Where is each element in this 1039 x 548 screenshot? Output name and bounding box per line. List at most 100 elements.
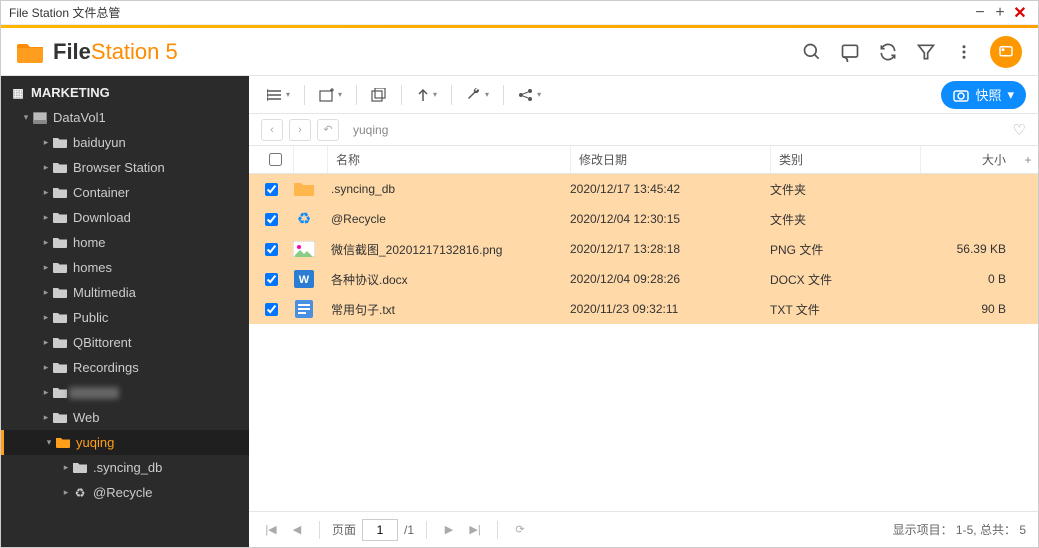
sidebar-item-label: home xyxy=(73,235,106,250)
browser-station-icon[interactable] xyxy=(990,36,1022,68)
file-date: 2020/12/17 13:45:42 xyxy=(570,182,770,196)
folder-icon xyxy=(51,337,69,348)
file-row[interactable]: ♻ @Recycle 2020/12/04 12:30:15 文件夹 xyxy=(249,204,1038,234)
nav-undo-button[interactable]: ↶ xyxy=(317,119,339,141)
sidebar-item-hidden[interactable]: ▸ xyxy=(1,380,249,405)
file-name: .syncing_db xyxy=(327,182,570,196)
status-total-label: 总共： xyxy=(980,523,1016,537)
page-refresh-button[interactable]: ⟳ xyxy=(510,520,530,540)
svg-text:W: W xyxy=(299,274,310,286)
file-row[interactable]: W 各种协议.docx 2020/12/04 09:28:26 DOCX 文件 … xyxy=(249,264,1038,294)
file-date: 2020/12/04 09:28:26 xyxy=(570,272,770,286)
page-last-button[interactable]: ▶| xyxy=(465,520,485,540)
main-panel: ▾ ▾ ▾ ▾ ▾ 快照 ▾ ‹ › ↶ xyxy=(249,76,1038,547)
filter-icon[interactable] xyxy=(914,40,938,64)
select-all-checkbox[interactable] xyxy=(269,153,282,166)
file-type: DOCX 文件 xyxy=(770,271,920,288)
snapshot-label: 快照 xyxy=(975,85,1001,104)
file-date: 2020/12/17 13:28:18 xyxy=(570,242,770,256)
sidebar-item-label: .syncing_db xyxy=(93,460,162,475)
file-row[interactable]: 微信截图_20201217132816.png 2020/12/17 13:28… xyxy=(249,234,1038,264)
close-button[interactable]: ✕ xyxy=(1010,3,1030,23)
col-type[interactable]: 类别 xyxy=(770,146,920,173)
tools-button[interactable]: ▾ xyxy=(460,82,495,108)
app-window: File Station 文件总管 − + ✕ FileStation 5 ▦ … xyxy=(0,0,1039,548)
sidebar-item-baiduyun[interactable]: ▸baiduyun xyxy=(1,130,249,155)
sidebar-item-QBittorent[interactable]: ▸QBittorent xyxy=(1,330,249,355)
chevron-right-icon: ▸ xyxy=(41,312,51,323)
sidebar-item-label: Download xyxy=(73,210,131,225)
folder-icon xyxy=(51,162,69,173)
sidebar-item-Download[interactable]: ▸Download xyxy=(1,205,249,230)
row-checkbox[interactable] xyxy=(265,213,278,226)
folder-icon xyxy=(51,212,69,223)
page-prev-button[interactable]: ◀ xyxy=(287,520,307,540)
nav-back-button[interactable]: ‹ xyxy=(261,119,283,141)
sidebar-volume[interactable]: ▾ DataVol1 xyxy=(1,105,249,130)
file-row[interactable]: .syncing_db 2020/12/17 13:45:42 文件夹 xyxy=(249,174,1038,204)
col-size[interactable]: 大小 xyxy=(920,146,1018,173)
refresh-icon[interactable] xyxy=(876,40,900,64)
status-prefix: 显示项目： xyxy=(893,523,953,537)
sidebar-subitem-.syncing_db[interactable]: ▸ .syncing_db xyxy=(1,455,249,480)
sidebar-item-Multimedia[interactable]: ▸Multimedia xyxy=(1,280,249,305)
upload-button[interactable]: ▾ xyxy=(410,82,443,108)
nav-forward-button[interactable]: › xyxy=(289,119,311,141)
chevron-right-icon: ▾ xyxy=(44,437,54,448)
folder-icon xyxy=(51,187,69,198)
chevron-right-icon: ▸ xyxy=(61,462,71,473)
row-checkbox[interactable] xyxy=(265,273,278,286)
view-mode-button[interactable]: ▾ xyxy=(261,82,296,108)
search-icon[interactable] xyxy=(800,40,824,64)
chevron-right-icon: ▸ xyxy=(41,162,51,173)
page-input[interactable] xyxy=(362,519,398,541)
page-next-button[interactable]: ▶ xyxy=(439,520,459,540)
sidebar-root-label: MARKETING xyxy=(31,85,110,100)
page-first-button[interactable]: |◀ xyxy=(261,520,281,540)
minimize-button[interactable]: − xyxy=(970,3,990,23)
sidebar-item-Public[interactable]: ▸ Public xyxy=(1,305,249,330)
share-button[interactable]: ▾ xyxy=(512,82,547,108)
sidebar-root[interactable]: ▦ MARKETING xyxy=(1,80,249,105)
sidebar-item-Web[interactable]: ▸Web xyxy=(1,405,249,430)
sidebar-volume-label: DataVol1 xyxy=(53,110,106,125)
sidebar-item-label xyxy=(69,387,119,399)
more-icon[interactable] xyxy=(952,40,976,64)
sidebar-item-home[interactable]: ▸home xyxy=(1,230,249,255)
breadcrumb-path[interactable]: yuqing xyxy=(353,123,388,137)
snapshot-button[interactable]: 快照 ▾ xyxy=(941,81,1026,109)
app-logo: FileStation 5 xyxy=(17,39,178,65)
sidebar-item-Browser Station[interactable]: ▸Browser Station xyxy=(1,155,249,180)
copy-button[interactable] xyxy=(365,82,393,108)
file-name: 各种协议.docx xyxy=(327,271,570,288)
row-checkbox[interactable] xyxy=(265,303,278,316)
folder-icon xyxy=(51,137,69,148)
cast-icon[interactable] xyxy=(838,40,862,64)
sidebar-item-yuqing[interactable]: ▾yuqing xyxy=(1,430,249,455)
file-rows: .syncing_db 2020/12/17 13:45:42 文件夹 ♻ @R… xyxy=(249,174,1038,511)
row-checkbox[interactable] xyxy=(265,183,278,196)
chevron-right-icon: ▸ xyxy=(41,362,51,373)
create-button[interactable]: ▾ xyxy=(313,82,348,108)
sidebar-item-Recordings[interactable]: ▸ Recordings xyxy=(1,355,249,380)
file-row[interactable]: 常用句子.txt 2020/11/23 09:32:11 TXT 文件 90 B xyxy=(249,294,1038,324)
add-column-button[interactable]: + xyxy=(1018,153,1038,167)
toolbar: ▾ ▾ ▾ ▾ ▾ 快照 ▾ xyxy=(249,76,1038,114)
col-date[interactable]: 修改日期 xyxy=(570,146,770,173)
folder-icon xyxy=(51,387,69,398)
sidebar-item-homes[interactable]: ▸homes xyxy=(1,255,249,280)
file-type: 文件夹 xyxy=(770,211,920,228)
sidebar-item-Container[interactable]: ▸Container xyxy=(1,180,249,205)
sidebar-item-label: Public xyxy=(73,310,108,325)
sidebar-item-label: @Recycle xyxy=(93,485,152,500)
titlebar: File Station 文件总管 − + ✕ xyxy=(1,1,1038,25)
sidebar-subitem-@Recycle[interactable]: ▸♻@Recycle xyxy=(1,480,249,505)
favorite-icon[interactable]: ♡ xyxy=(1013,121,1026,139)
row-checkbox[interactable] xyxy=(265,243,278,256)
folder-icon xyxy=(51,262,69,273)
maximize-button[interactable]: + xyxy=(990,3,1010,23)
sidebar: ▦ MARKETING ▾ DataVol1 ▸baiduyun▸Browser… xyxy=(1,76,249,547)
sidebar-item-label: Recordings xyxy=(73,360,139,375)
recycle-icon: ♻ xyxy=(293,210,315,228)
col-name[interactable]: 名称 xyxy=(327,146,570,173)
